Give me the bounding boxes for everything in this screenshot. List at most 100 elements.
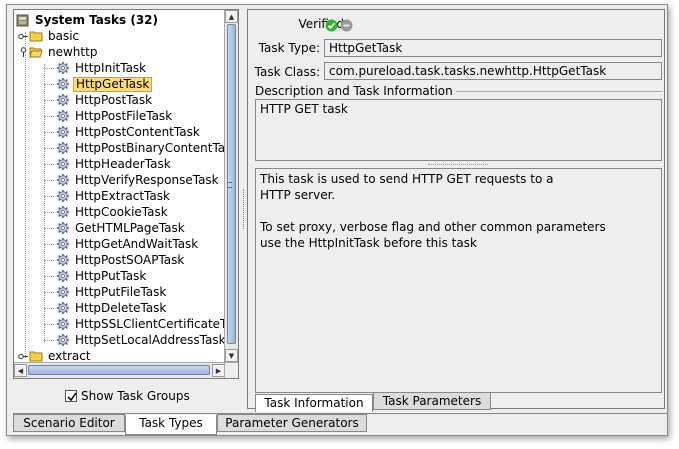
tree-horizontal-scrollbar[interactable]: ◀ ▶: [14, 362, 225, 378]
tree-task-label: HttpDeleteTask: [75, 300, 167, 315]
tree-task-item[interactable]: HttpCookieTask: [56, 204, 170, 220]
task-class-label: Task Class:: [254, 65, 320, 79]
gear-icon: [56, 141, 70, 155]
scroll-up-arrow-icon[interactable]: ▲: [225, 10, 238, 23]
tree-task-item[interactable]: HttpPostFileTask: [56, 108, 174, 124]
tree-task-item[interactable]: HttpPutFileTask: [56, 284, 168, 300]
tree-connector: [44, 148, 54, 149]
tree-task-item[interactable]: GetHTMLPageTask: [56, 220, 187, 236]
tree-connector: [44, 180, 54, 181]
tree-task-item[interactable]: HttpDeleteTask: [56, 300, 168, 316]
open-folder-icon: [29, 46, 43, 58]
tree-task-item[interactable]: HttpPutTask: [56, 268, 148, 284]
tree-task-label: HttpCookieTask: [75, 204, 168, 219]
gear-icon: [56, 253, 70, 267]
gear-icon: [56, 61, 70, 75]
gear-icon: [56, 173, 70, 187]
tree-connector: [44, 212, 54, 213]
task-type-label: Task Type:: [258, 41, 320, 55]
scrollbar-corner: [224, 362, 238, 378]
tree-task-item[interactable]: HttpGetAndWaitTask: [56, 236, 200, 252]
tree-folder-newhttp[interactable]: newhttp: [18, 44, 99, 60]
tree-connector: [44, 64, 45, 342]
tree-connector: [44, 244, 54, 245]
gear-icon: [56, 333, 70, 347]
tree-folder-label: newhttp: [48, 44, 98, 59]
gear-icon: [56, 221, 70, 235]
tree-root-system-tasks[interactable]: System Tasks (32): [16, 12, 160, 28]
tree-connector: [44, 324, 54, 325]
tree-task-label: HttpGetAndWaitTask: [75, 236, 199, 251]
tab-task-types[interactable]: Task Types: [125, 415, 217, 435]
tree-task-item[interactable]: HttpExtractTask: [56, 188, 172, 204]
tree-task-label: HttpPutFileTask: [75, 284, 167, 299]
vertical-splitter-grip-icon[interactable]: [428, 164, 488, 167]
folder-icon: [29, 30, 43, 42]
gear-icon: [56, 317, 70, 331]
task-information-text-area[interactable]: This task is used to send HTTP GET reque…: [255, 168, 662, 393]
tree-connector: [44, 196, 54, 197]
tree-folder-label: extract: [48, 348, 91, 363]
tree-connector: [44, 84, 54, 85]
tree-folder-extract[interactable]: extract: [18, 348, 93, 362]
tree-connector: [44, 132, 54, 133]
tree-task-item[interactable]: HttpInitTask: [56, 60, 148, 76]
tab-task-parameters[interactable]: Task Parameters: [373, 392, 491, 410]
scroll-left-arrow-icon[interactable]: ◀: [14, 364, 27, 377]
tree-task-item[interactable]: HttpPostContentTask: [56, 124, 202, 140]
description-text-area[interactable]: HTTP GET task: [255, 99, 662, 161]
gear-icon: [56, 189, 70, 203]
tab-task-information[interactable]: Task Information: [255, 394, 373, 412]
gear-icon: [56, 125, 70, 139]
scroll-down-arrow-icon[interactable]: ▼: [225, 349, 238, 362]
tree-connector: [44, 164, 54, 165]
gear-icon: [56, 93, 70, 107]
tree-task-item[interactable]: HttpGetTask: [56, 76, 153, 92]
tree-task-item[interactable]: HttpVerifyResponseTask: [56, 172, 221, 188]
task-tree-pane: System Tasks (32) basic newhttp HttpInit…: [13, 9, 239, 379]
expand-handle-icon[interactable]: [18, 351, 29, 362]
tree-task-label: HttpPostContentTask: [75, 124, 200, 139]
tree-connector: [44, 340, 54, 341]
tree-task-item[interactable]: HttpHeaderTask: [56, 156, 173, 172]
tree-folder-basic[interactable]: basic: [18, 28, 81, 44]
show-task-groups-checkbox[interactable]: Show Task Groups: [65, 389, 190, 403]
tree-connector: [44, 100, 54, 101]
checkbox-box[interactable]: [65, 390, 77, 402]
tab-parameter-generators[interactable]: Parameter Generators: [217, 414, 367, 432]
tree-task-label: HttpHeaderTask: [75, 156, 171, 171]
tab-scenario-editor[interactable]: Scenario Editor: [13, 414, 125, 432]
tree-task-item[interactable]: HttpSetLocalAddressTask: [56, 332, 225, 348]
tree-task-label: HttpPostSOAPTask: [75, 252, 185, 267]
main-tab-bar: Scenario Editor Task Types Parameter Gen…: [13, 413, 667, 435]
tree-task-label: HttpPostTask: [75, 92, 153, 107]
horizontal-scroll-thumb[interactable]: [28, 365, 210, 375]
gear-icon: [56, 109, 70, 123]
tree-task-item[interactable]: HttpPostSOAPTask: [56, 252, 186, 268]
tree-task-item[interactable]: HttpPostBinaryContentTask: [56, 140, 225, 156]
task-details-pane: Verified: Task Type: HttpGetTask Task Cl…: [247, 9, 665, 412]
verified-check-icon: [325, 19, 338, 32]
tree-task-label: HttpPostBinaryContentTask: [75, 140, 225, 155]
collapse-handle-icon[interactable]: [18, 46, 29, 58]
task-type-field[interactable]: HttpGetTask: [324, 39, 662, 57]
verified-unknown-icon: [340, 19, 353, 32]
splitter-grip-icon: [243, 189, 246, 229]
tree-connector: [44, 68, 54, 69]
task-types-window: System Tasks (32) basic newhttp HttpInit…: [6, 4, 668, 436]
task-class-field[interactable]: com.pureload.task.tasks.newhttp.HttpGetT…: [324, 62, 662, 80]
task-library-icon: [16, 13, 30, 27]
description-section-title: Description and Task Information: [255, 84, 453, 98]
tree-task-item[interactable]: HttpPostTask: [56, 92, 154, 108]
expand-handle-icon[interactable]: [18, 31, 29, 42]
tree-task-item[interactable]: HttpSSLClientCertificateTask: [56, 316, 225, 332]
tree-connector: [44, 228, 54, 229]
tree-task-label: GetHTMLPageTask: [75, 220, 185, 235]
task-tree[interactable]: System Tasks (32) basic newhttp HttpInit…: [14, 10, 225, 362]
show-task-groups-label: Show Task Groups: [81, 389, 190, 403]
gear-icon: [56, 301, 70, 315]
tree-task-label: HttpSetLocalAddressTask: [75, 332, 225, 347]
tree-connector: [44, 308, 54, 309]
tree-folder-label: basic: [48, 28, 80, 43]
tree-vertical-scrollbar[interactable]: ▲ ▼: [224, 10, 238, 362]
